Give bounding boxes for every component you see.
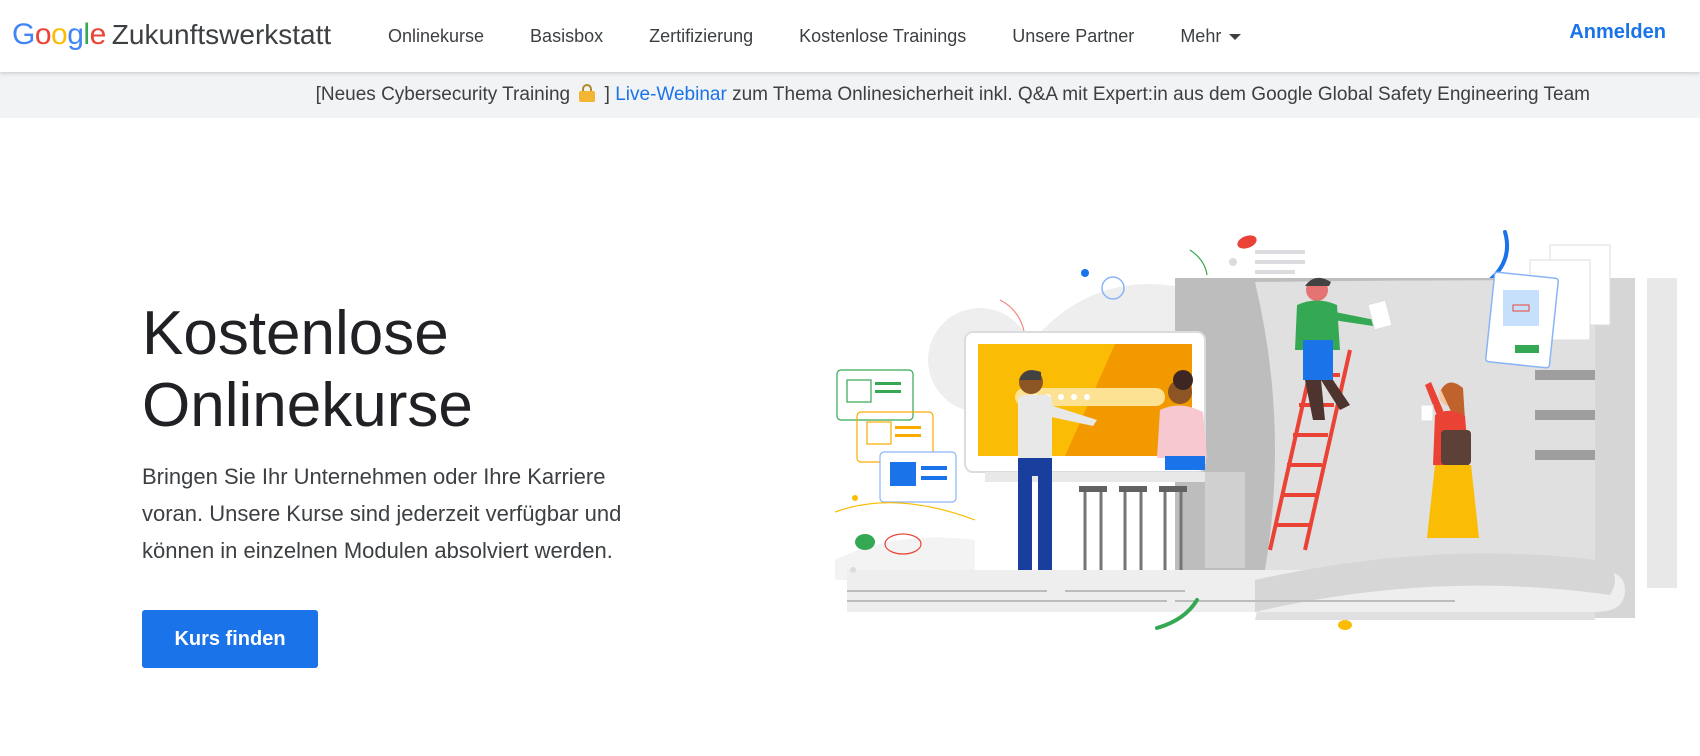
nav-item-onlinekurse[interactable]: Onlinekurse (388, 26, 484, 47)
nav-item-basisbox[interactable]: Basisbox (530, 26, 603, 47)
signin-link[interactable]: Anmelden (1569, 21, 1666, 44)
site-logo[interactable]: Google Zukunftswerkstatt (12, 18, 331, 52)
google-wordmark: Google (12, 18, 106, 51)
hero-description: Bringen Sie Ihr Unternehmen oder Ihre Ka… (142, 464, 622, 563)
live-webinar-link[interactable]: Live-Webinar (615, 84, 727, 105)
product-name: Zukunftswerkstatt (111, 19, 332, 50)
site-header: Google Zukunftswerkstatt Onlinekurse Bas… (0, 0, 1700, 72)
lock-icon (579, 84, 596, 102)
announcement-banner: [Neues Cybersecurity Training ] Live-Web… (0, 72, 1700, 118)
nav-item-zertifizierung[interactable]: Zertifizierung (649, 26, 753, 47)
hero-title-line2: Onlinekurse (142, 371, 473, 440)
nav-item-kostenlose-trainings[interactable]: Kostenlose Trainings (799, 26, 966, 47)
banner-text: [Neues Cybersecurity Training ] Live-Web… (316, 84, 1590, 106)
hero-title: Kostenlose Onlinekurse (142, 298, 473, 442)
banner-suffix: zum Thema Onlinesicherheit inkl. Q&A mit… (726, 84, 1590, 105)
banner-prefix: [Neues Cybersecurity Training (315, 84, 576, 105)
caret-down-icon (1229, 34, 1242, 40)
hero-title-line1: Kostenlose (142, 299, 449, 368)
main-nav: Onlinekurse Basisbox Zertifizierung Kost… (388, 0, 1287, 72)
hero-illustration (835, 230, 1677, 630)
banner-bracket: ] (599, 84, 616, 105)
nav-item-mehr-label: Mehr (1180, 25, 1222, 46)
find-course-button[interactable]: Kurs finden (142, 610, 318, 668)
nav-item-mehr[interactable]: Mehr (1180, 25, 1242, 47)
nav-item-unsere-partner[interactable]: Unsere Partner (1012, 26, 1134, 47)
